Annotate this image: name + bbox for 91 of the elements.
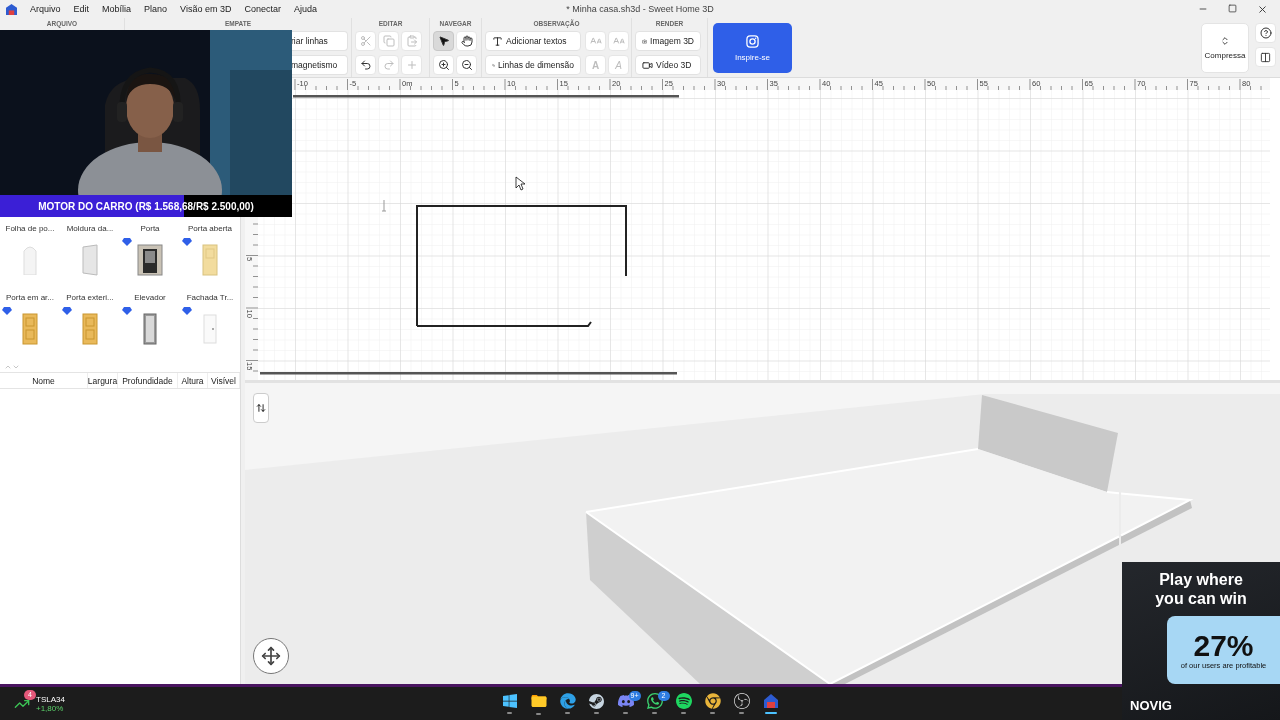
- copy-icon: [382, 35, 395, 47]
- catalog-item[interactable]: Porta exteri...: [60, 293, 120, 362]
- help-button[interactable]: [1255, 23, 1276, 43]
- pointer-icon: [437, 35, 450, 47]
- video-icon: [642, 59, 653, 71]
- move-icon: [261, 646, 281, 666]
- menu-item[interactable]: Mobília: [102, 4, 132, 14]
- menu-item[interactable]: Arquivo: [30, 4, 61, 14]
- ribbon-button[interactable]: Imagem 3D: [635, 31, 701, 51]
- folder-icon: [529, 692, 548, 710]
- door-icon: [82, 244, 98, 276]
- menu-item[interactable]: Plano: [144, 4, 168, 14]
- ribbon-button[interactable]: Adicionar textos: [485, 31, 581, 51]
- house-app-icon: [762, 693, 779, 709]
- hand-icon: [460, 35, 473, 47]
- item-name: Porta aberta: [188, 224, 232, 235]
- view-mode-button[interactable]: [253, 393, 269, 423]
- column-header[interactable]: Altura: [178, 373, 208, 388]
- pan-mode-button[interactable]: [456, 31, 477, 51]
- door-icon: [22, 313, 38, 345]
- menu-item[interactable]: Ajuda: [293, 4, 317, 14]
- column-header[interactable]: Visível: [208, 373, 240, 388]
- column-header[interactable]: Profundidade: [118, 373, 178, 388]
- ribbon-button[interactable]: magnetismo: [290, 55, 348, 75]
- whatsapp-icon: [646, 693, 663, 709]
- catalog-item[interactable]: Porta em ar...: [0, 293, 60, 362]
- column-header[interactable]: Largura: [88, 373, 118, 388]
- stock-symbol: TSLA34: [36, 694, 65, 704]
- scissors-icon: [359, 35, 372, 47]
- app-logo-icon: [6, 3, 17, 15]
- obs-icon: [733, 693, 750, 709]
- catalog-item[interactable]: Elevador: [120, 293, 180, 362]
- columns-icon: [1260, 51, 1271, 63]
- ribbon-button[interactable]: Linhas de dimensão: [485, 55, 581, 75]
- plus-icon: [405, 59, 418, 71]
- item-name: Porta: [140, 224, 160, 235]
- clipboard-icon: [405, 35, 418, 47]
- item-name: Fachada Tr...: [186, 293, 234, 304]
- steam-icon: [589, 693, 604, 709]
- catalog-item[interactable]: Porta: [120, 224, 180, 293]
- text-size-icon: [589, 35, 602, 47]
- arrows-icon: [256, 403, 266, 413]
- window-title: * Minha casa.sh3d - Sweet Home 3D: [566, 4, 714, 14]
- item-name: Porta em ar...: [6, 293, 54, 304]
- redo-icon: [382, 59, 395, 71]
- undo-icon: [359, 59, 372, 71]
- menu-item[interactable]: Visão em 3D: [180, 4, 232, 14]
- maximize-icon[interactable]: [1228, 3, 1237, 13]
- elevator-icon: [137, 244, 163, 276]
- door-icon: [23, 245, 37, 275]
- catalog-item[interactable]: Fachada Tr...: [180, 293, 240, 362]
- edge-icon: [559, 693, 576, 709]
- brand-name: NOVIG: [1130, 698, 1173, 713]
- menu-item[interactable]: Conectar: [244, 4, 281, 14]
- ad-headline: Play where you can win: [1154, 570, 1248, 608]
- catalog-item[interactable]: Folha de po...: [0, 224, 60, 293]
- item-name: Moldura da...: [66, 224, 114, 235]
- door-icon: [202, 244, 218, 276]
- panel-button[interactable]: [1255, 47, 1276, 67]
- spotify-icon: [675, 693, 692, 709]
- menu-item[interactable]: Edit: [73, 4, 90, 14]
- close-icon[interactable]: [1257, 3, 1268, 15]
- undo-button[interactable]: [355, 55, 376, 75]
- elevator-icon: [143, 313, 157, 345]
- stat-value: 27%: [1193, 630, 1254, 661]
- item-name: Elevador: [134, 293, 166, 304]
- chevrons-icon: [1220, 36, 1230, 46]
- catalog-item[interactable]: Moldura da...: [60, 224, 120, 293]
- windows-icon: [501, 693, 518, 709]
- inspire-button[interactable]: Inspire-se: [713, 23, 792, 73]
- chrome-icon: [704, 693, 721, 709]
- ribbon-button[interactable]: Vídeo 3D: [635, 55, 701, 75]
- compress-button[interactable]: Compressa: [1201, 23, 1249, 73]
- stock-change: +1,80%: [36, 703, 65, 713]
- select-mode-button[interactable]: [433, 31, 454, 51]
- item-name: Folha de po...: [5, 224, 55, 235]
- door-icon: [82, 313, 98, 345]
- zoom-out-icon: [460, 59, 473, 71]
- instagram-icon: [746, 34, 759, 48]
- zoom-in-button[interactable]: [433, 55, 454, 75]
- zoom-in-icon: [437, 59, 450, 71]
- text-icon: [492, 35, 503, 47]
- catalog-item[interactable]: Porta aberta: [180, 224, 240, 293]
- column-header[interactable]: Nome: [0, 373, 88, 388]
- help-icon: [1259, 27, 1272, 39]
- cursor-icon: [515, 176, 526, 191]
- item-name: Porta exteri...: [66, 293, 114, 304]
- door-icon: [203, 314, 217, 344]
- marker-icon: [381, 199, 387, 212]
- text-size-icon: [612, 35, 625, 47]
- zoom-out-button[interactable]: [456, 55, 477, 75]
